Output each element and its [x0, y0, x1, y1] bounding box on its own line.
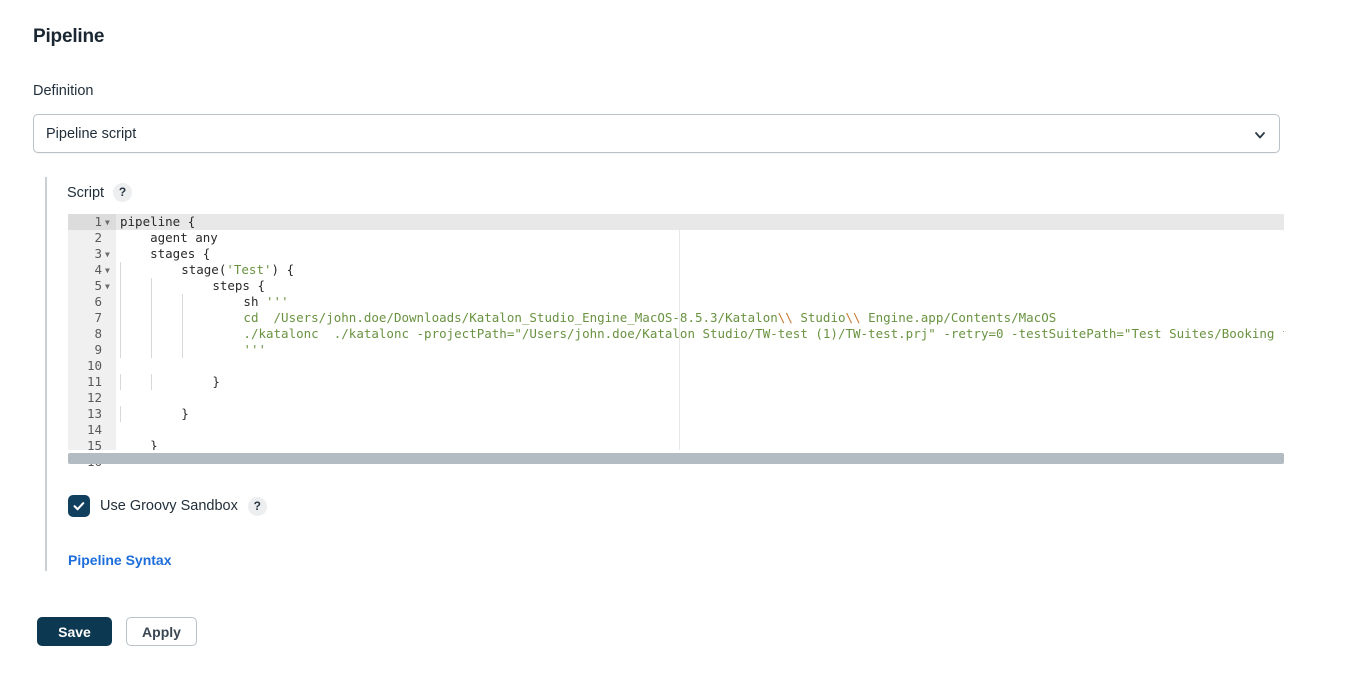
editor-line-number: 1 ▼	[68, 214, 116, 230]
editor-line-number: 3 ▼	[94, 246, 110, 261]
editor-line[interactable]: }	[116, 406, 1284, 422]
script-label-row: Script ?	[67, 183, 133, 202]
page-title: Pipeline	[33, 26, 105, 47]
indent-guide	[182, 310, 184, 326]
editor-line[interactable]: ./katalonc ./katalonc -projectPath="/Use…	[116, 326, 1284, 342]
editor-line-number: 4 ▼	[94, 262, 110, 277]
editor-line-number: 7	[94, 310, 102, 325]
editor-line[interactable]: stage('Test') {	[116, 262, 1284, 278]
save-button[interactable]: Save	[37, 617, 112, 646]
editor-line[interactable]	[116, 422, 1284, 438]
indent-guide	[120, 310, 121, 326]
editor-line[interactable]: sh '''	[116, 294, 1284, 310]
editor-line-number: 6	[94, 294, 102, 309]
indent-guide	[120, 294, 121, 310]
editor-line-number: 11	[86, 374, 102, 389]
editor-line-number: 14	[86, 422, 102, 437]
indent-guide	[120, 326, 121, 342]
editor-line-number: 13	[86, 406, 102, 421]
editor-line-number: 8	[94, 326, 102, 341]
indent-guide	[151, 310, 153, 326]
definition-selected-value: Pipeline script	[46, 126, 137, 142]
indent-guide	[182, 326, 184, 342]
editor-line[interactable]: stages {	[116, 246, 1284, 262]
editor-line[interactable]: }	[116, 374, 1284, 390]
indent-guide	[151, 374, 153, 390]
editor-line-number: 10	[86, 358, 102, 373]
editor-line-number: 12	[86, 390, 102, 405]
pipeline-config-page: Pipeline Definition Pipeline script Scri…	[0, 0, 1370, 691]
editor-line-number: 9	[94, 342, 102, 357]
indent-guide	[151, 326, 153, 342]
definition-select[interactable]: Pipeline script	[33, 114, 1280, 153]
editor-line-number: 5 ▼	[94, 278, 110, 293]
editor-line[interactable]: steps {	[116, 278, 1284, 294]
form-actions: Save Apply	[37, 617, 197, 646]
help-icon-sandbox[interactable]: ?	[247, 496, 267, 516]
indent-guide	[120, 374, 121, 390]
editor-horizontal-scrollbar[interactable]	[68, 453, 1284, 464]
groovy-sandbox-label: Use Groovy Sandbox	[100, 498, 238, 514]
editor-gutter: 1▼23▼4▼5▼678910111213141516	[68, 214, 116, 466]
indent-guide	[182, 342, 184, 358]
indent-guide	[120, 278, 121, 294]
script-section: Script ? 1▼23▼4▼5▼678910111213141516 pip…	[45, 177, 1285, 571]
indent-guide	[151, 342, 153, 358]
definition-label: Definition	[33, 83, 94, 99]
pipeline-syntax-link[interactable]: Pipeline Syntax	[68, 552, 171, 568]
chevron-down-icon	[1253, 128, 1267, 142]
script-label: Script	[67, 184, 105, 201]
indent-guide	[120, 342, 121, 358]
indent-guide	[120, 406, 121, 422]
editor-line[interactable]: cd /Users/john.doe/Downloads/Katalon_Stu…	[116, 310, 1284, 326]
help-icon-script[interactable]: ?	[113, 183, 133, 202]
editor-line[interactable]: }	[116, 438, 1284, 450]
script-code-editor[interactable]: 1▼23▼4▼5▼678910111213141516 pipeline { a…	[68, 214, 1284, 466]
indent-guide	[151, 278, 153, 294]
groovy-sandbox-row: Use Groovy Sandbox ?	[68, 495, 267, 517]
indent-guide	[120, 262, 121, 278]
editor-code-area[interactable]: pipeline { agent any stages { stage('Tes…	[116, 214, 1284, 450]
editor-line[interactable]: pipeline {	[116, 214, 1284, 230]
indent-guide	[182, 294, 184, 310]
editor-line-number: 15	[86, 438, 102, 453]
editor-line[interactable]	[116, 358, 1284, 374]
editor-line-number: 2	[94, 230, 102, 245]
editor-line[interactable]: '''	[116, 342, 1284, 358]
groovy-sandbox-checkbox[interactable]	[68, 495, 90, 517]
apply-button[interactable]: Apply	[126, 617, 197, 646]
indent-guide	[151, 294, 153, 310]
editor-line[interactable]: agent any	[116, 230, 1284, 246]
editor-line[interactable]	[116, 390, 1284, 406]
